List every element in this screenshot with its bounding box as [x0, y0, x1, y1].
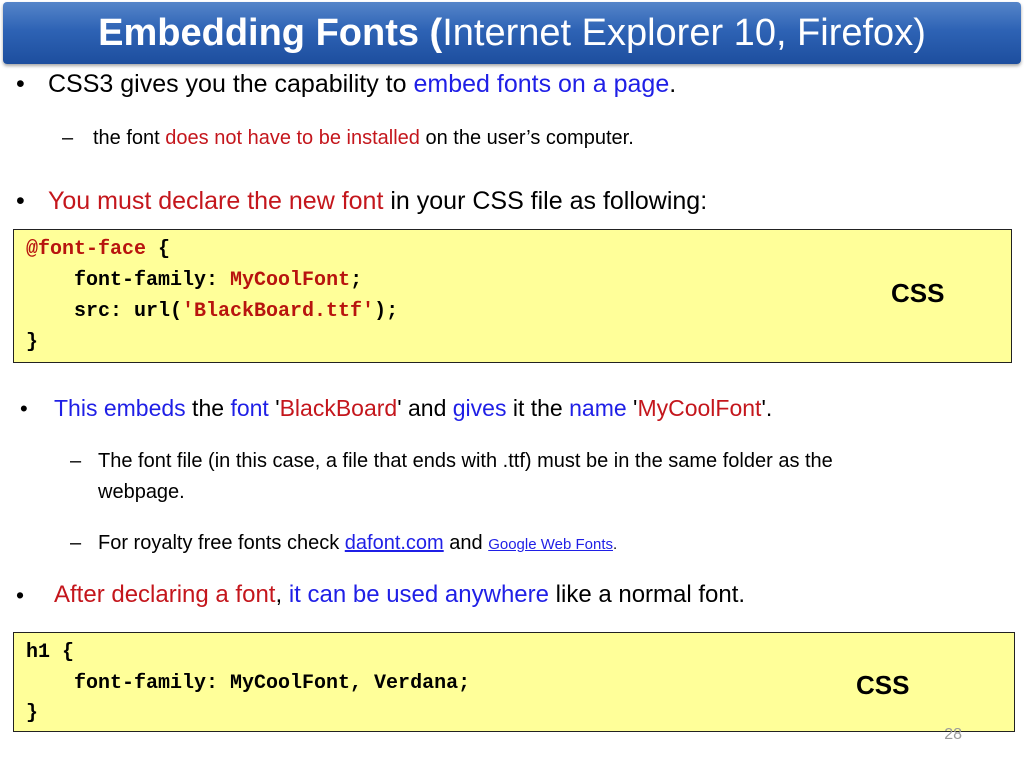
- b4-text: like a normal font.: [548, 581, 746, 608]
- bullet-2-highlight: You must declare the new font: [48, 187, 384, 215]
- code-line: }: [26, 331, 39, 354]
- code-line: src: url('BlackBoard.ttf');: [26, 300, 398, 323]
- code-line: h1 {: [26, 641, 75, 664]
- code-keyword: @font-face: [26, 238, 147, 261]
- code-line: font-family: MyCoolFont;: [26, 269, 362, 292]
- bullet-marker: •: [16, 582, 25, 608]
- css-label: CSS: [891, 278, 945, 308]
- code-block-font-face: @font-face { font-family: MyCoolFont; sr…: [13, 229, 1012, 363]
- b3-gives: gives: [452, 395, 507, 421]
- bullet-1-suffix: .: [669, 70, 677, 98]
- dafont-link[interactable]: dafont.com: [345, 532, 444, 554]
- code-line: font-family: MyCoolFont, Verdana;: [26, 672, 471, 695]
- bullet-1-highlight: embed fonts on a page: [413, 70, 670, 98]
- b3-text: '.: [761, 395, 773, 421]
- bullet-1-prefix: CSS3 gives you the capability to: [48, 70, 414, 98]
- code-line: @font-face {: [26, 238, 170, 261]
- bullet-2-text: You must declare the new font in your CS…: [48, 187, 707, 216]
- sub-1-highlight: does not have to be installed: [165, 127, 420, 149]
- code-text: );: [374, 300, 399, 323]
- b3-blackboard: BlackBoard: [279, 395, 398, 421]
- sub-3-prefix: For royalty free fonts check: [98, 532, 345, 554]
- code-block-h1: h1 { font-family: MyCoolFont, Verdana; }…: [13, 632, 1015, 732]
- sub-1-text: the font does not have to be installed o…: [93, 127, 634, 150]
- code-value: MyCoolFont: [230, 269, 351, 292]
- b4-after-declaring: After declaring a font: [54, 581, 276, 608]
- google-web-fonts-link[interactable]: Google Web Fonts: [488, 536, 613, 553]
- code-text: src: url(: [26, 300, 183, 323]
- b4-used-anywhere: it can be used anywhere: [288, 581, 549, 608]
- css-label: CSS: [856, 670, 910, 700]
- b3-font: font: [230, 395, 269, 421]
- code-text: {: [146, 238, 171, 261]
- b3-text: ' and: [397, 395, 453, 421]
- sub-2-line-1: The font file (in this case, a file that…: [98, 450, 833, 472]
- code-line: }: [26, 702, 39, 725]
- b3-this-embeds: This embeds: [54, 395, 186, 421]
- sub-2-line-2: webpage.: [98, 481, 185, 503]
- b3-text: the: [185, 395, 231, 421]
- dash-marker: –: [70, 450, 82, 472]
- bullet-4-text: After declaring a font, it can be used a…: [54, 581, 745, 609]
- b3-text: ': [626, 395, 638, 421]
- page-number: 28: [944, 726, 962, 743]
- sub-1-prefix: the font: [93, 127, 166, 149]
- title-normal: Internet Explorer 10, Firefox): [442, 11, 926, 54]
- b4-text: ,: [275, 581, 289, 608]
- bullet-marker: •: [20, 396, 28, 421]
- dash-marker: –: [70, 532, 82, 554]
- sub-1-suffix: on the user’s computer.: [419, 127, 634, 149]
- bullet-marker: •: [16, 70, 25, 98]
- title-bold: Embedding Fonts (: [98, 11, 443, 54]
- bullet-1-text: CSS3 gives you the capability to embed f…: [48, 70, 676, 99]
- b3-name: name: [569, 395, 627, 421]
- code-value: 'BlackBoard.ttf': [182, 300, 375, 323]
- sub-3-suffix: .: [613, 536, 618, 553]
- slide-title: Embedding Fonts (Internet Explorer 10, F…: [3, 2, 1021, 64]
- b3-text: it the: [506, 395, 570, 421]
- b3-mycoolfont: MyCoolFont: [637, 395, 762, 421]
- sub-3-text: For royalty free fonts check dafont.com …: [98, 532, 617, 555]
- bullet-2-suffix: in your CSS file as following:: [383, 187, 708, 215]
- dash-marker: –: [62, 127, 74, 149]
- code-text: font-family:: [26, 269, 231, 292]
- bullet-marker: •: [16, 187, 25, 215]
- code-text: ;: [350, 269, 363, 292]
- b3-text: ': [268, 395, 280, 421]
- sub-3-mid: and: [443, 532, 489, 554]
- bullet-3-text: This embeds the font 'BlackBoard' and gi…: [54, 395, 772, 422]
